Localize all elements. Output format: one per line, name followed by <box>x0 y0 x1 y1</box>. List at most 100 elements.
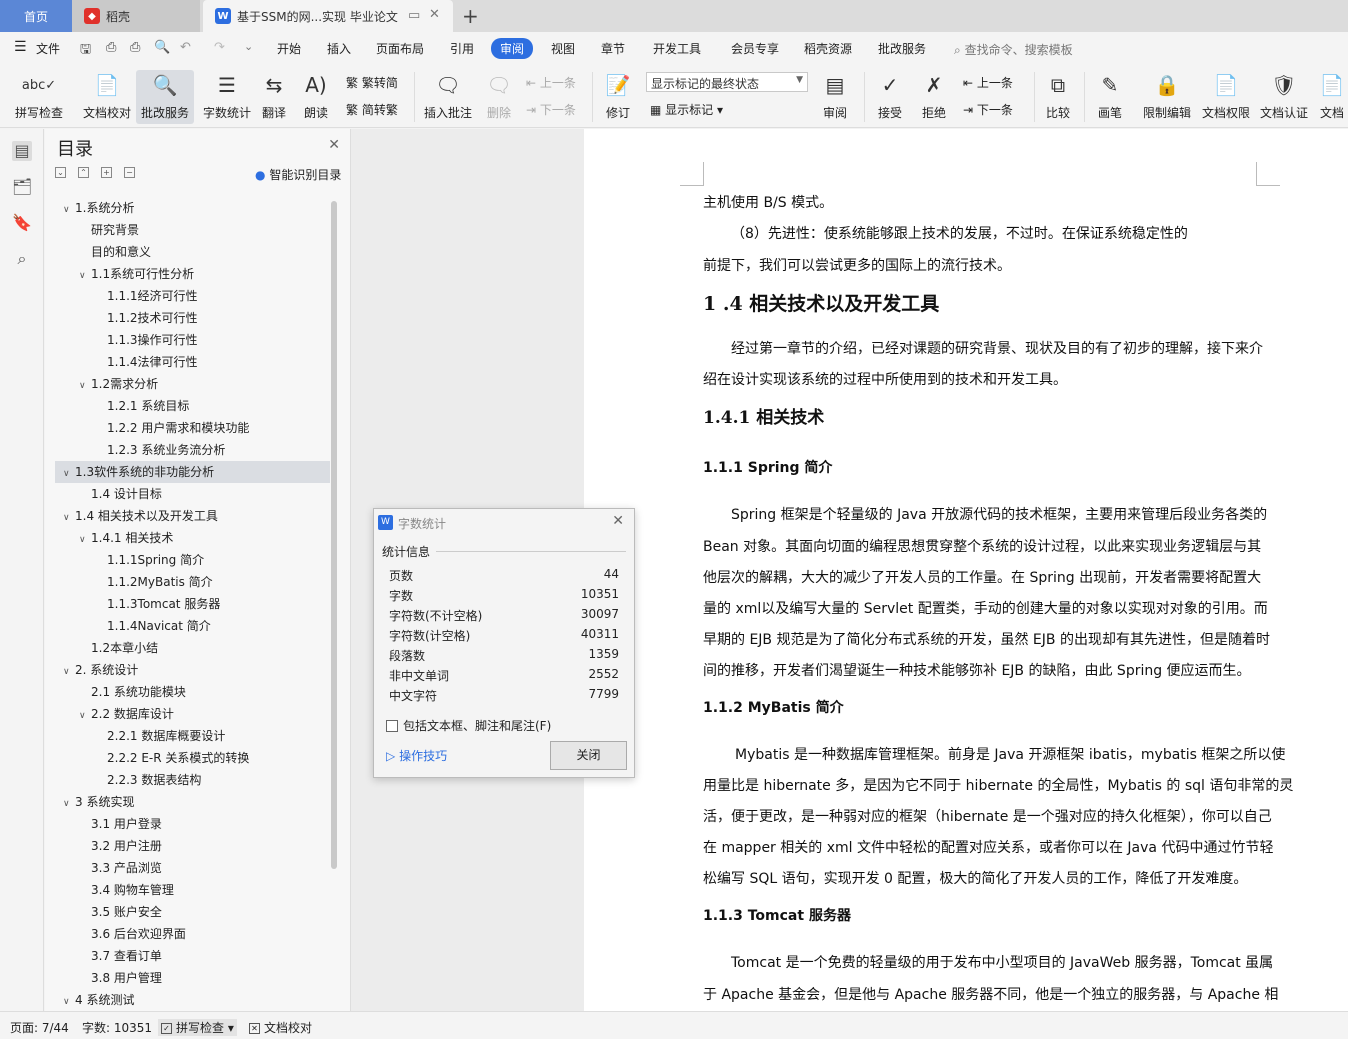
toc-item[interactable]: 2.2.2 E-R 关系模式的转换 <box>55 747 330 769</box>
toc-item[interactable]: 1.4 设计目标 <box>55 483 330 505</box>
new-tab-icon[interactable]: + <box>462 4 479 28</box>
chevron-down-icon[interactable]: ∨ <box>79 529 91 551</box>
toc-item[interactable]: ∨ 1.4 相关技术以及开发工具 <box>55 505 330 527</box>
toc-item[interactable]: 2.1 系统功能模块 <box>55 681 330 703</box>
close-button[interactable]: 关闭 <box>550 741 627 770</box>
toc-item[interactable]: 3.2 用户注册 <box>55 835 330 857</box>
chevron-down-icon[interactable]: ∨ <box>63 199 75 221</box>
tab-home[interactable]: 首页 <box>0 0 72 32</box>
compare-button[interactable]: ⧉ 比较 <box>1038 70 1078 124</box>
smart-toc-button[interactable]: ● 智能识别目录 <box>255 166 341 183</box>
spell-check-button[interactable]: abc✓ 拼写检查 <box>6 70 72 124</box>
undo-icon[interactable]: ↶ <box>180 40 191 55</box>
delete-comment-button[interactable]: 🗨 删除 <box>478 70 520 124</box>
preview-icon[interactable]: 🔍 <box>154 40 170 55</box>
simp-to-trad-button[interactable]: 繁 简转繁 <box>346 101 398 118</box>
export-icon[interactable]: ⎙ <box>106 40 116 55</box>
toc-item[interactable]: 1.2.3 系统业务流分析 <box>55 439 330 461</box>
toc-item[interactable]: 1.1.2技术可行性 <box>55 307 330 329</box>
toc-item[interactable]: 1.2.2 用户需求和模块功能 <box>55 417 330 439</box>
menu-start[interactable]: 开始 <box>277 40 301 57</box>
track-changes-button[interactable]: 📝 修订 <box>598 70 638 124</box>
toc-item[interactable]: 研究背景 <box>55 219 330 241</box>
trad-to-simp-button[interactable]: 繁 繁转简 <box>346 74 398 91</box>
page-indicator[interactable]: 页面: 7/44 <box>10 1019 69 1036</box>
screen-icon[interactable]: ▭ <box>408 8 420 23</box>
tips-link[interactable]: ▷ 操作技巧 <box>386 747 447 764</box>
proofread-status[interactable]: ✕ 文档校对 <box>249 1019 312 1036</box>
checkbox-box[interactable] <box>386 719 398 732</box>
redo-icon[interactable]: ↷ <box>214 40 225 55</box>
toc-item[interactable]: 3.5 账户安全 <box>55 901 330 923</box>
proofread-button[interactable]: 📄 文档校对 <box>76 70 138 124</box>
toc-item[interactable]: ∨ 4 系统测试 <box>55 989 330 1011</box>
insert-comment-button[interactable]: 🗨 插入批注 <box>420 70 476 124</box>
correction-service-button[interactable]: 🔍 批改服务 <box>136 70 194 124</box>
accept-button[interactable]: ✓ 接受 <box>870 70 910 124</box>
menu-daoke-resources[interactable]: 稻壳资源 <box>804 40 852 57</box>
reject-button[interactable]: ✗ 拒绝 <box>914 70 954 124</box>
chevron-down-icon[interactable]: ∨ <box>79 375 91 397</box>
menu-insert[interactable]: 插入 <box>327 40 351 57</box>
next-change-button[interactable]: ⇥ 下一条 <box>963 101 1013 118</box>
toc-item[interactable]: 3.4 购物车管理 <box>55 879 330 901</box>
pen-button[interactable]: ✎ 画笔 <box>1090 70 1130 124</box>
next-comment-button[interactable]: ⇥ 下一条 <box>526 101 576 118</box>
chevron-down-icon[interactable]: ∨ <box>63 793 75 815</box>
menu-view[interactable]: 视图 <box>551 40 575 57</box>
menu-member[interactable]: 会员专享 <box>731 40 779 57</box>
word-count-indicator[interactable]: 字数: 10351 <box>82 1019 152 1036</box>
close-icon[interactable]: ✕ <box>612 513 624 529</box>
close-tab-icon[interactable]: ✕ <box>429 7 440 22</box>
spell-check-status[interactable]: ✓ 拼写检查 ▾ <box>158 1019 237 1036</box>
include-textbox-checkbox[interactable]: 包括文本框、脚注和尾注(F) <box>386 717 551 734</box>
review-pane-button[interactable]: ▤ 审阅 <box>814 70 856 124</box>
chevron-down-icon[interactable]: ∨ <box>63 661 75 683</box>
close-icon[interactable]: ✕ <box>328 137 340 153</box>
toc-item[interactable]: 3.6 后台欢迎界面 <box>55 923 330 945</box>
doc-cert-button[interactable]: 🛡 文档认证 <box>1256 70 1312 124</box>
menu-layout[interactable]: 页面布局 <box>376 40 424 57</box>
toc-item[interactable]: 1.2本章小结 <box>55 637 330 659</box>
toc-item[interactable]: ∨ 2. 系统设计 <box>55 659 330 681</box>
menu-dev-tools[interactable]: 开发工具 <box>653 40 701 57</box>
chevron-down-icon[interactable]: ∨ <box>63 507 75 529</box>
toc-item[interactable]: ∨ 1.2需求分析 <box>55 373 330 395</box>
toc-item[interactable]: 1.1.4Navicat 简介 <box>55 615 330 637</box>
command-search[interactable]: ⌕ 查找命令、搜索模板 <box>954 41 1073 58</box>
menu-reference[interactable]: 引用 <box>450 40 474 57</box>
collapse-all-icon[interactable]: ⌄ <box>55 167 66 178</box>
toc-item[interactable]: ∨ 1.3软件系统的非功能分析 <box>55 461 330 483</box>
toc-item[interactable]: 1.1.3Tomcat 服务器 <box>55 593 330 615</box>
toc-icon[interactable]: ▤ <box>12 141 32 161</box>
menu-file[interactable]: 文件 <box>36 40 60 57</box>
toc-item[interactable]: 2.2.3 数据表结构 <box>55 769 330 791</box>
toc-item[interactable]: ∨ 2.2 数据库设计 <box>55 703 330 725</box>
chapter-nav-icon[interactable]: 🗂 <box>12 177 32 197</box>
toc-item[interactable]: ∨ 1.4.1 相关技术 <box>55 527 330 549</box>
bookmark-icon[interactable]: 🔖 <box>12 213 32 233</box>
word-count-button[interactable]: ☰ 字数统计 <box>196 70 258 124</box>
markup-state-select[interactable]: 显示标记的最终状态 ▼ <box>646 72 808 92</box>
toc-item[interactable]: 1.1.4法律可行性 <box>55 351 330 373</box>
toc-item[interactable]: 1.1.2MyBatis 简介 <box>55 571 330 593</box>
read-aloud-button[interactable]: A) 朗读 <box>298 70 334 124</box>
expand-up-icon[interactable]: ⌃ <box>78 167 89 178</box>
toc-item[interactable]: ∨ 1.1系统可行性分析 <box>55 263 330 285</box>
restrict-edit-button[interactable]: 🔒 限制编辑 <box>1138 70 1196 124</box>
chevron-down-icon[interactable]: ∨ <box>63 463 75 485</box>
toc-item[interactable]: 1.1.1Spring 简介 <box>55 549 330 571</box>
doc-permission-button[interactable]: 📄 文档权限 <box>1198 70 1254 124</box>
toc-item[interactable]: 3.7 查看订单 <box>55 945 330 967</box>
toc-item[interactable]: 1.2.1 系统目标 <box>55 395 330 417</box>
toc-scrollbar[interactable] <box>331 201 337 869</box>
toc-item[interactable]: ∨ 1.系统分析 <box>55 197 330 219</box>
prev-change-button[interactable]: ⇤ 上一条 <box>963 74 1013 91</box>
tab-daoke[interactable]: ◆ 稻壳 <box>72 0 200 32</box>
chevron-down-icon[interactable]: ∨ <box>79 265 91 287</box>
print-icon[interactable]: ⎙ <box>130 40 140 55</box>
menu-correction[interactable]: 批改服务 <box>878 40 926 57</box>
save-icon[interactable]: 🖫 <box>80 40 91 62</box>
toc-item[interactable]: 3.3 产品浏览 <box>55 857 330 879</box>
search-icon[interactable]: ⌕ <box>12 249 32 269</box>
